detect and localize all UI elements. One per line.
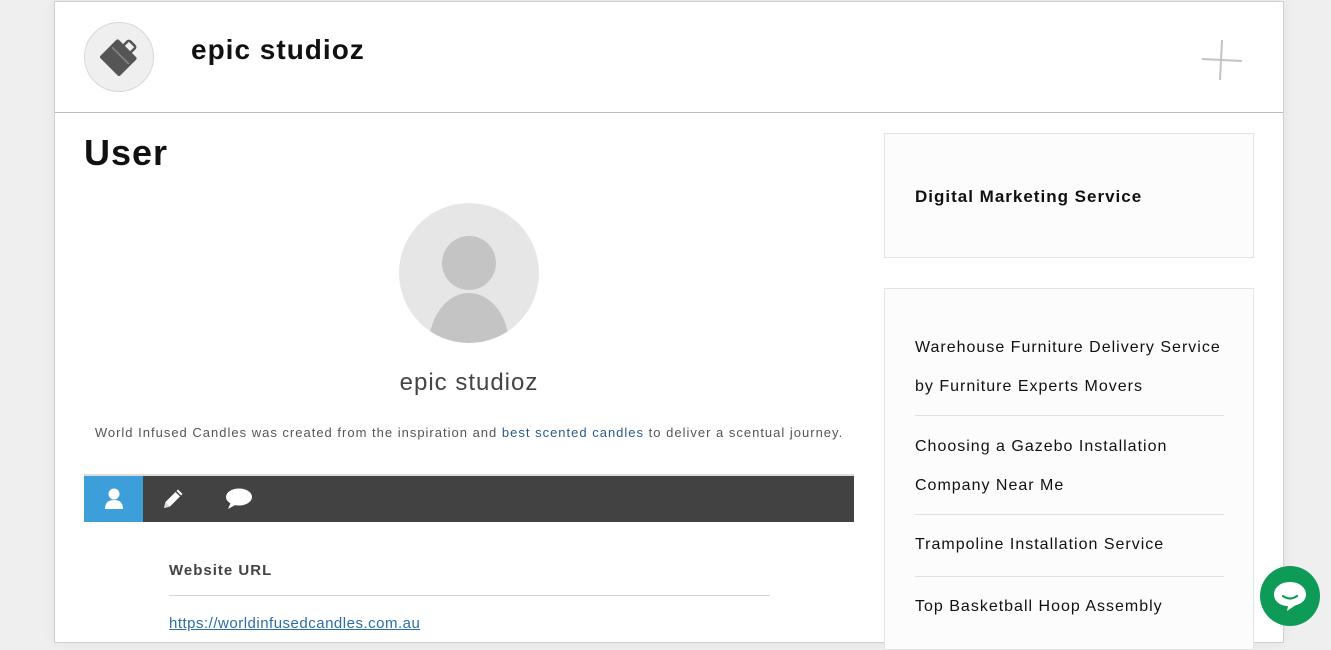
user-icon [104, 488, 123, 509]
sidebar-widget-recent-posts: Warehouse Furniture Delivery Service by … [884, 288, 1254, 650]
field-divider [169, 595, 770, 596]
sidebar-widget-featured: Digital Marketing Service [884, 133, 1254, 258]
tab-about[interactable] [84, 476, 143, 522]
plus-icon [1201, 39, 1243, 81]
user-display-name: epic studioz [399, 369, 539, 396]
bio-text-start: World Infused Candles was created from t… [94, 425, 498, 440]
recent-post-item[interactable]: Top Basketball Hoop Assembly [915, 588, 1224, 638]
site-header: epic studioz [55, 2, 1283, 113]
recent-post-item[interactable]: Warehouse Furniture Delivery Service by … [915, 328, 1224, 416]
chat-icon [1274, 582, 1306, 611]
bio-link[interactable]: best scented candles [502, 425, 644, 440]
site-title[interactable]: epic studioz [191, 34, 365, 66]
bio-text-end: to deliver a scentual journey. [648, 425, 844, 440]
comment-icon [225, 488, 252, 509]
tab-posts[interactable] [143, 476, 202, 522]
menu-toggle-button[interactable] [1200, 38, 1244, 82]
default-avatar-icon [429, 236, 509, 343]
recent-posts-list: Warehouse Furniture Delivery Service by … [915, 328, 1224, 649]
recent-post-item[interactable]: Trampoline Installation Service [915, 526, 1224, 577]
tag-icon [100, 39, 137, 76]
pencil-icon [163, 489, 182, 508]
site-logo[interactable] [84, 22, 154, 92]
user-bio: World Infused Candles was created from t… [84, 425, 854, 440]
page-container: epic studioz User epic studioz World Inf… [54, 1, 1284, 650]
chat-widget-button[interactable] [1260, 566, 1320, 626]
website-url-label: Website URL [169, 562, 273, 579]
widget-title-link[interactable]: Digital Marketing Service [915, 187, 1142, 207]
recent-post-item[interactable]: Choosing a Gazebo Installation Company N… [915, 427, 1224, 515]
profile-tabs [84, 474, 854, 522]
tab-comments[interactable] [209, 476, 268, 522]
page-title: User [84, 132, 169, 173]
avatar [399, 203, 539, 343]
